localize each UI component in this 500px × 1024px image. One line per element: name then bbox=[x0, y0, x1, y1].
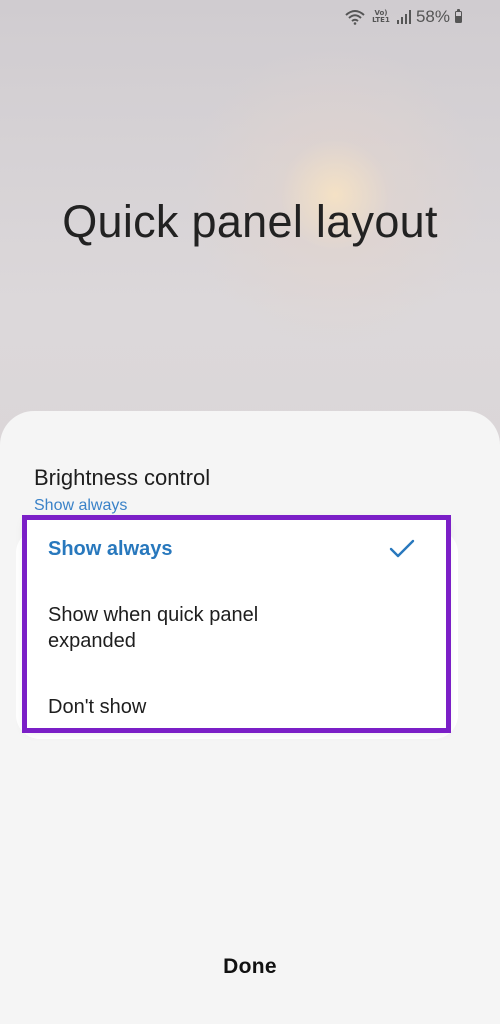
option-label: Show when quick panel expanded bbox=[48, 604, 259, 652]
battery-icon bbox=[455, 9, 462, 23]
option-dont-show[interactable]: Don't show bbox=[26, 694, 447, 720]
status-bar: Vo) LTE1 58% bbox=[345, 6, 462, 28]
done-button[interactable]: Done bbox=[0, 955, 500, 979]
option-show-when-expanded[interactable]: Show when quick panel expanded bbox=[26, 602, 326, 654]
page-title: Quick panel layout bbox=[62, 196, 438, 247]
volte-lte-icon: Vo) LTE1 bbox=[372, 9, 390, 24]
option-show-always[interactable]: Show always bbox=[26, 536, 447, 562]
wifi-icon bbox=[345, 9, 365, 25]
battery-fill bbox=[456, 16, 461, 22]
signal-icon bbox=[396, 10, 411, 24]
setting-title[interactable]: Brightness control bbox=[34, 465, 210, 491]
battery-percent: 58% bbox=[415, 7, 450, 26]
option-label: Don't show bbox=[48, 696, 147, 718]
check-icon bbox=[389, 539, 415, 564]
option-label: Show always bbox=[48, 538, 173, 560]
setting-current-value: Show always bbox=[34, 497, 128, 514]
options-popup: Show always Show when quick panel expand… bbox=[26, 519, 447, 729]
